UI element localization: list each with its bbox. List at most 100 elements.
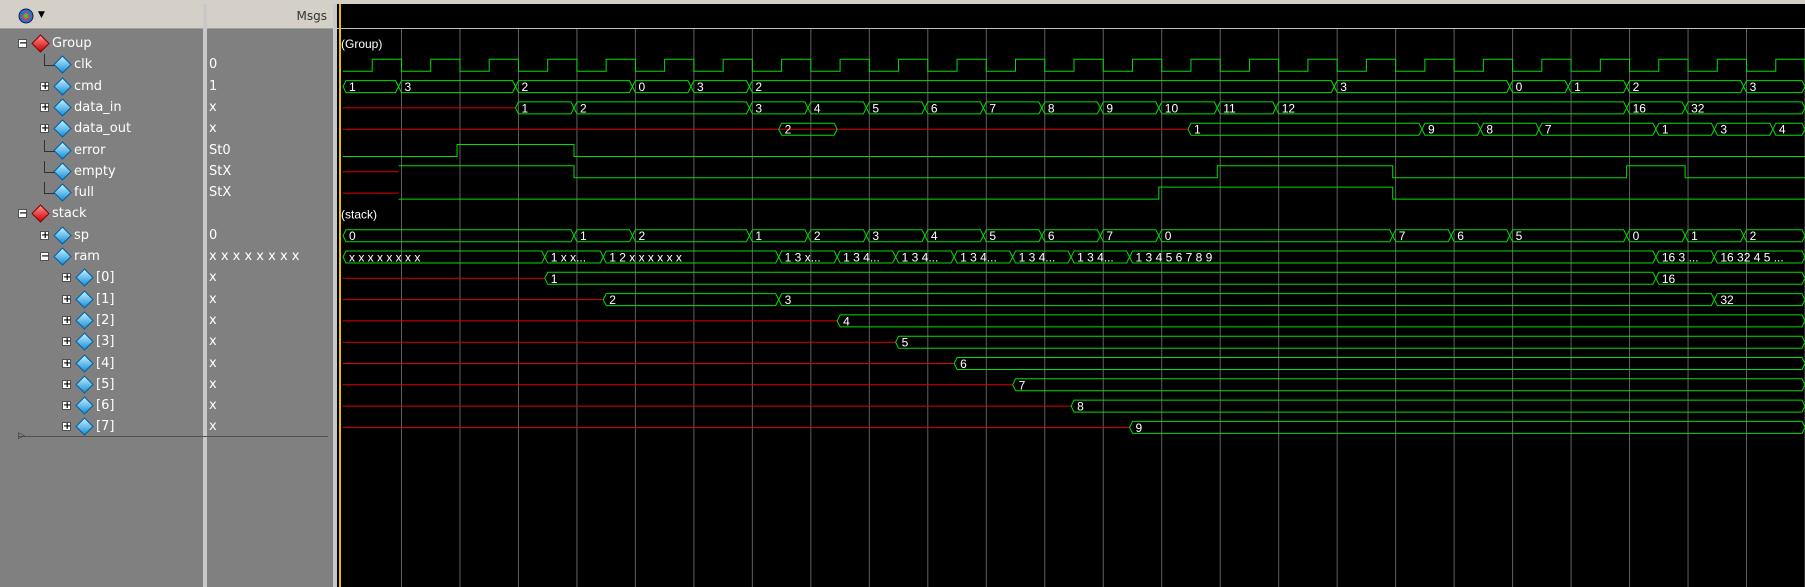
wave-pane-header — [337, 4, 1805, 29]
collapse-icon[interactable]: − — [18, 39, 27, 49]
bus-value-label: 7 — [1399, 229, 1406, 243]
signal-row[interactable]: + [3] x — [0, 331, 333, 352]
value-pane-header: Msgs — [207, 4, 333, 29]
signal-diamond-icon — [53, 140, 72, 160]
signal-value: x x x x x x x x — [209, 249, 300, 264]
signal-row[interactable]: + [1] x — [0, 289, 333, 310]
bus-value-label: 0 — [638, 80, 645, 94]
wave-logo-icon[interactable] — [18, 8, 34, 24]
expand-icon[interactable]: + — [40, 102, 49, 112]
signal-diamond-icon — [75, 417, 94, 437]
expand-icon[interactable]: + — [40, 81, 49, 91]
bus-value-label: 4 — [843, 314, 850, 328]
signal-row[interactable]: + sp 0 — [0, 225, 333, 246]
signal-value: StX — [209, 185, 232, 201]
signal-row[interactable]: + [7] x — [0, 416, 333, 437]
collapse-icon[interactable]: − — [18, 209, 27, 219]
signal-name: [3] — [96, 334, 115, 350]
bus-value-label: x x x x x x x x — [349, 251, 420, 265]
waveform-canvas[interactable]: (Group)1 3 2 0 3 2 3 0 1 2 31 2 3 4 5 6 7 8 9 10 11 12 16 322 1 9… — [337, 29, 1805, 587]
signal-row[interactable]: + data_out x — [0, 118, 333, 139]
signal-value: 0 — [209, 57, 218, 73]
expand-icon[interactable]: + — [62, 401, 71, 411]
bus-segment — [342, 229, 575, 243]
bus-value-label: 3 — [872, 229, 879, 243]
expand-icon[interactable]: + — [40, 230, 49, 240]
bus-value-label: 1 — [755, 229, 762, 243]
signal-value: x — [209, 334, 217, 350]
bus-segment — [1509, 229, 1628, 243]
signal-diamond-icon — [53, 183, 72, 202]
bus-value-label: 6 — [960, 357, 967, 371]
bus-value-label: 32 — [1720, 293, 1734, 307]
expand-icon[interactable]: + — [40, 124, 49, 134]
bus-value-label: 8 — [1048, 101, 1055, 115]
signal-name: full — [74, 185, 95, 201]
expand-icon[interactable]: + — [62, 422, 71, 432]
bus-value-label: 1 3 4... — [1019, 251, 1056, 265]
bus-segment — [1070, 399, 1805, 413]
signal-row[interactable]: clk 0 — [0, 54, 333, 75]
expand-icon[interactable]: + — [62, 315, 71, 325]
signal-row[interactable]: error St0 — [0, 139, 333, 161]
bus-value-label: 1 — [1691, 229, 1698, 243]
signal-row[interactable]: + [0] x — [0, 267, 333, 288]
signal-name: Group — [52, 36, 92, 51]
bus-value-label: 8 — [1077, 400, 1084, 414]
bus-segment — [953, 357, 1805, 370]
signal-name: [7] — [96, 419, 115, 435]
signal-diamond-icon — [53, 225, 72, 245]
signal-row[interactable]: full StX — [0, 182, 333, 203]
bus-value-label: 3 — [697, 80, 704, 94]
expand-icon[interactable]: + — [62, 273, 71, 283]
expand-icon[interactable]: + — [62, 379, 71, 389]
signal-row[interactable]: − stack — [0, 203, 333, 224]
bus-value-label: 2 — [755, 80, 762, 94]
signal-value: 0 — [209, 227, 218, 243]
signal-row[interactable]: empty StX — [0, 160, 333, 182]
time-cursor[interactable] — [339, 4, 341, 587]
bus-value-label: 6 — [1457, 229, 1464, 243]
bus-segment — [778, 293, 1715, 307]
signal-diamond-icon — [53, 119, 72, 138]
signal-value: x — [209, 312, 217, 328]
bus-segment — [397, 80, 517, 94]
expand-icon[interactable]: + — [62, 294, 71, 304]
signal-diamond-icon — [53, 98, 72, 117]
bus-segment — [1626, 80, 1745, 94]
list-end-marker-icon: ▷ — [18, 431, 25, 441]
expand-icon[interactable]: + — [62, 358, 71, 368]
bus-value-label: 9 — [1106, 101, 1113, 115]
bus-value-label: 0 — [1165, 229, 1172, 243]
signal-row[interactable]: − ram x x x x x x x x — [0, 246, 333, 267]
signal-row[interactable]: − Group — [0, 33, 333, 54]
signal-row[interactable]: + [4] x — [0, 353, 333, 374]
bus-value-label: 0 — [1633, 229, 1640, 243]
signal-value: StX — [209, 163, 232, 179]
bus-value-label: 1 x x... — [551, 251, 586, 265]
collapse-icon[interactable]: − — [40, 252, 49, 262]
chevron-down-icon[interactable]: ▼ — [38, 10, 45, 20]
signal-row[interactable]: + [5] x — [0, 374, 333, 395]
signal-row[interactable]: + [2] x — [0, 310, 333, 331]
signal-pane-header: ▼ — [0, 4, 203, 29]
signal-value: St0 — [209, 142, 231, 158]
bus-segment — [1655, 271, 1805, 285]
bus-value-label: 9 — [1136, 421, 1143, 435]
signal-value: 1 — [209, 78, 218, 94]
signal-row[interactable]: + [6] x — [0, 395, 333, 416]
bus-value-label: 1 — [1662, 123, 1669, 137]
bus-value-label: 7 — [1019, 378, 1026, 392]
signal-name: [4] — [96, 355, 115, 371]
signal-name: [2] — [96, 312, 115, 328]
signal-name: sp — [74, 227, 90, 243]
bus-value-label: 3 — [755, 101, 762, 115]
group-label: (stack) — [341, 207, 377, 221]
bus-value-label: 2 — [814, 229, 821, 243]
signal-name: cmd — [74, 78, 103, 94]
signal-diamond-icon — [75, 375, 94, 394]
signal-row[interactable]: + cmd 1 — [0, 76, 333, 97]
signal-name: ram — [74, 249, 100, 264]
signal-row[interactable]: + data_in x — [0, 97, 333, 118]
expand-icon[interactable]: + — [62, 337, 71, 347]
